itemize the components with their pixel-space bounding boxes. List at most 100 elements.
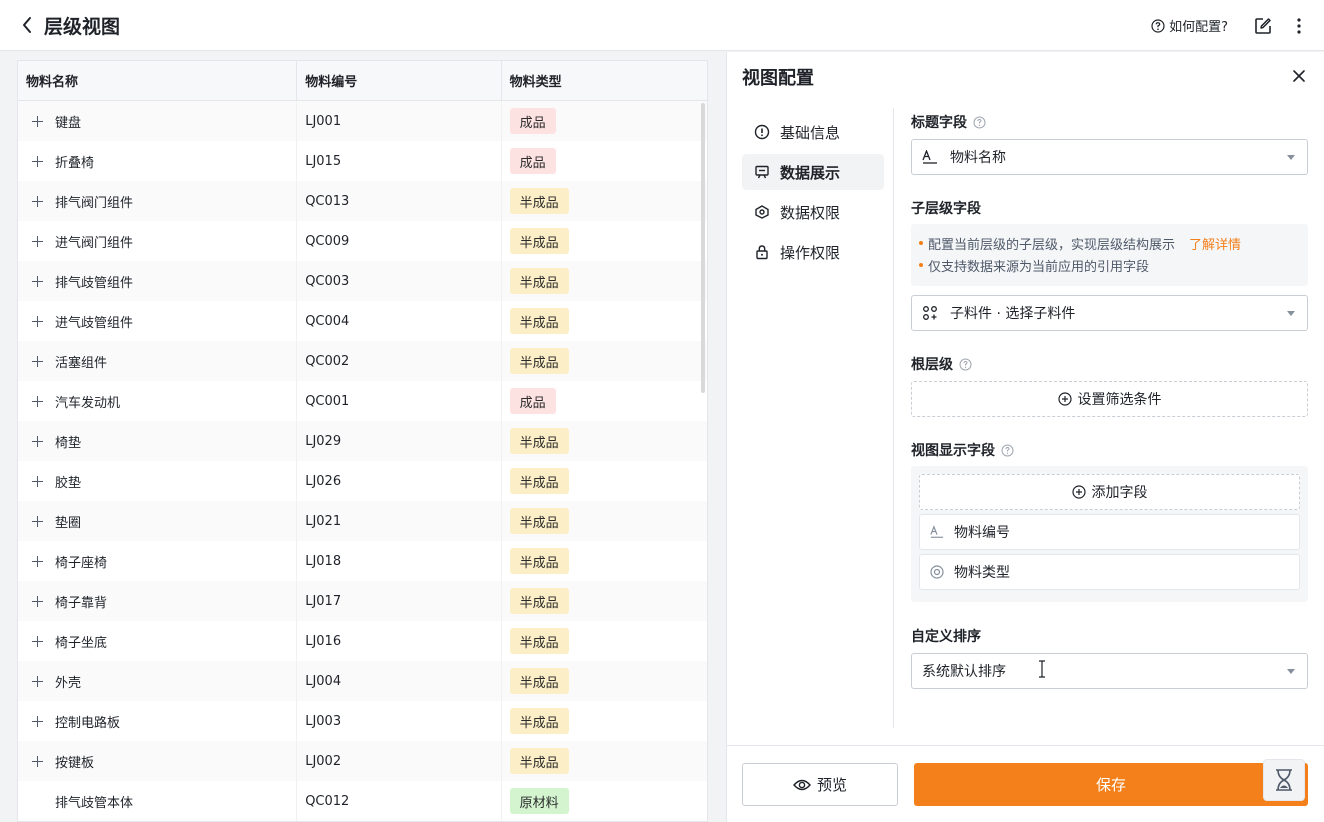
material-type-tag: 半成品: [509, 508, 569, 534]
material-name-text: 汽车发动机: [55, 395, 121, 411]
display-field-item[interactable]: 物料类型: [919, 554, 1300, 590]
cell-material-code: QC001: [297, 381, 502, 421]
expand-plus-icon[interactable]: [32, 115, 43, 127]
table-row[interactable]: 椅子坐底 LJ016 半成品: [18, 621, 707, 661]
cell-material-type: 半成品: [502, 581, 707, 621]
cell-material-name: 键盘: [18, 101, 298, 141]
table-row[interactable]: 排气阀门组件 QC013 半成品: [18, 181, 707, 221]
relation-icon: [922, 305, 938, 321]
child-field-select[interactable]: 子料件 · 选择子料件: [911, 295, 1308, 331]
more-button[interactable]: [1288, 15, 1310, 37]
nav-item-data-permission[interactable]: 数据权限: [742, 194, 884, 230]
material-name-text: 按键板: [55, 755, 95, 771]
expand-plus-icon[interactable]: [32, 315, 43, 327]
material-name-text: 椅子靠背: [55, 595, 108, 611]
label-text: 根层级: [911, 357, 953, 373]
expand-plus-icon[interactable]: [32, 275, 43, 287]
text-field-icon: [930, 525, 944, 538]
hourglass-button[interactable]: [1263, 759, 1305, 801]
table-row[interactable]: 折叠椅 LJ015 成品: [18, 141, 707, 181]
preview-label: 预览: [816, 776, 847, 794]
expand-plus-icon[interactable]: [32, 595, 43, 607]
display-field-label: 物料编号: [954, 525, 1010, 541]
table-row[interactable]: 胶垫 LJ026 半成品: [18, 461, 707, 501]
help-icon[interactable]: [1001, 444, 1014, 457]
table-row[interactable]: 进气阀门组件 QC009 半成品: [18, 221, 707, 261]
material-type-tag: 半成品: [509, 468, 569, 494]
hourglass-icon: [1276, 769, 1292, 791]
label-text: 标题字段: [911, 115, 967, 131]
help-icon[interactable]: [973, 116, 986, 129]
question-circle-icon: [1151, 18, 1165, 33]
material-type-tag: 半成品: [509, 668, 569, 694]
display-icon: [755, 165, 769, 179]
edit-button[interactable]: [1252, 15, 1274, 37]
custom-sort-select[interactable]: 系统默认排序: [911, 653, 1308, 689]
nav-label: 操作权限: [780, 243, 841, 262]
material-type-tag: 半成品: [509, 548, 569, 574]
table-row[interactable]: 活塞组件 QC002 半成品: [18, 341, 707, 381]
table-row[interactable]: 外壳 LJ004 半成品: [18, 661, 707, 701]
title-field-value: 物料名称: [950, 150, 1006, 166]
cell-material-name: 椅子靠背: [18, 581, 298, 621]
close-button[interactable]: [1291, 68, 1307, 84]
expand-plus-icon[interactable]: [32, 475, 43, 487]
caret-down-icon: [1287, 311, 1295, 316]
help-icon[interactable]: [959, 358, 972, 371]
table-row[interactable]: 控制电路板 LJ003 半成品: [18, 701, 707, 741]
cell-material-code: LJ021: [297, 501, 502, 541]
cell-material-code: LJ003: [297, 701, 502, 741]
table-row[interactable]: 按键板 LJ002 半成品: [18, 741, 707, 781]
expand-plus-icon[interactable]: [32, 395, 43, 407]
cell-material-name: 椅垫: [18, 421, 298, 461]
expand-plus-icon[interactable]: [32, 715, 43, 727]
table-row[interactable]: 排气歧管组件 QC003 半成品: [18, 261, 707, 301]
nav-item-basic-info[interactable]: 基础信息: [742, 114, 884, 150]
table-row[interactable]: 进气歧管组件 QC004 半成品: [18, 301, 707, 341]
preview-button[interactable]: 预览: [742, 763, 898, 806]
learn-more-link[interactable]: 了解详情: [1189, 234, 1241, 253]
expand-plus-icon[interactable]: [32, 155, 43, 167]
material-name-text: 胶垫: [55, 475, 82, 491]
expand-plus-icon[interactable]: [32, 755, 43, 767]
material-type-tag: 半成品: [509, 188, 569, 214]
cell-material-name: 排气歧管组件: [18, 261, 298, 301]
cell-material-name: 椅子坐底: [18, 621, 298, 661]
expand-plus-icon[interactable]: [32, 235, 43, 247]
expand-plus-icon[interactable]: [32, 675, 43, 687]
nav-item-operation-permission[interactable]: 操作权限: [742, 234, 884, 270]
cell-material-name: 胶垫: [18, 461, 298, 501]
expand-plus-icon[interactable]: [32, 355, 43, 367]
expand-plus-icon[interactable]: [32, 635, 43, 647]
display-field-item[interactable]: 物料编号: [919, 514, 1300, 550]
title-field-select[interactable]: 物料名称: [911, 139, 1308, 175]
expand-plus-icon[interactable]: [32, 515, 43, 527]
table-row[interactable]: 汽车发动机 QC001 成品: [18, 381, 707, 421]
more-vertical-icon: [1297, 17, 1301, 34]
table-row[interactable]: 椅子靠背 LJ017 半成品: [18, 581, 707, 621]
cell-material-type: 半成品: [502, 461, 707, 501]
nav-label: 数据权限: [780, 203, 841, 222]
save-button[interactable]: 保存: [914, 763, 1308, 806]
expand-plus-icon[interactable]: [32, 555, 43, 567]
cell-material-type: 半成品: [502, 541, 707, 581]
table-row[interactable]: 排气歧管本体 QC012 原材料: [18, 781, 707, 821]
table-row[interactable]: 垫圈 LJ021 半成品: [18, 501, 707, 541]
table-row[interactable]: 键盘 LJ001 成品: [18, 101, 707, 141]
expand-plus-icon[interactable]: [32, 195, 43, 207]
material-type-tag: 半成品: [509, 428, 569, 454]
cell-material-name: 折叠椅: [18, 141, 298, 181]
set-filter-label: 设置筛选条件: [1077, 392, 1162, 408]
table-row[interactable]: 椅垫 LJ029 半成品: [18, 421, 707, 461]
nav-item-data-display[interactable]: 数据展示: [742, 154, 884, 190]
table-row[interactable]: 椅子座椅 LJ018 半成品: [18, 541, 707, 581]
expand-plus-icon[interactable]: [32, 435, 43, 447]
cell-material-code: QC013: [297, 181, 502, 221]
add-field-button[interactable]: 添加字段: [919, 474, 1300, 510]
back-button[interactable]: [18, 16, 36, 34]
cell-material-code: LJ004: [297, 661, 502, 701]
material-type-tag: 半成品: [509, 628, 569, 654]
help-link[interactable]: 如何配置?: [1151, 16, 1228, 35]
set-filter-button[interactable]: 设置筛选条件: [911, 381, 1308, 417]
table-scrollbar[interactable]: [701, 103, 705, 393]
